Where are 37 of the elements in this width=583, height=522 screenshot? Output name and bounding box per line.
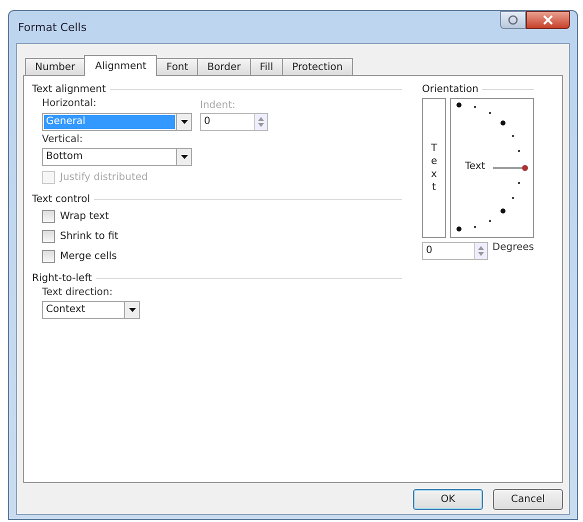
tab[interactable]: Alignment [84, 55, 158, 76]
tab[interactable]: Fill [250, 58, 284, 75]
degrees-spinner[interactable]: 0 [422, 242, 488, 260]
tab[interactable]: Border [197, 58, 251, 75]
help-button[interactable] [500, 11, 526, 29]
checkbox[interactable] [42, 230, 55, 243]
vertical-text-option[interactable]: Text [422, 98, 446, 238]
group-heading: Orientation [422, 84, 478, 95]
field-label: Text direction: [42, 287, 113, 298]
indent-label: Indent: [200, 100, 236, 111]
close-button[interactable] [526, 11, 570, 29]
ok-button[interactable]: OK [413, 489, 483, 510]
checkbox-label: Merge cells [60, 251, 117, 262]
group-heading: Right-to-left [32, 273, 92, 284]
degrees-label: Degrees [492, 242, 534, 253]
checkbox-label: Wrap text [60, 211, 109, 222]
tab[interactable]: Font [156, 58, 198, 75]
vertical-dropdown[interactable]: Bottom [42, 148, 192, 166]
checkbox-label: Justify distributed [60, 172, 148, 183]
checkbox[interactable] [42, 210, 55, 223]
tab[interactable]: Number [25, 58, 86, 75]
group-heading: Text alignment [32, 84, 106, 95]
tab[interactable]: Protection [282, 58, 353, 75]
checkbox[interactable] [42, 250, 55, 263]
field-label: Horizontal: [42, 98, 96, 109]
cancel-button[interactable]: Cancel [493, 489, 563, 510]
spinner-arrows-icon [254, 114, 267, 130]
spinner-arrows-icon [474, 243, 488, 259]
close-icon [543, 15, 553, 25]
dial-pointer-icon [493, 164, 529, 172]
dial-text: Text [465, 161, 486, 172]
group-heading: Text control [32, 194, 90, 205]
window-title: Format Cells [17, 20, 87, 34]
orientation-dial[interactable]: Text [450, 98, 534, 238]
field-label: Vertical: [42, 134, 83, 145]
text-direction-dropdown[interactable]: Context [42, 301, 140, 319]
checkbox-label: Shrink to fit [60, 231, 118, 242]
